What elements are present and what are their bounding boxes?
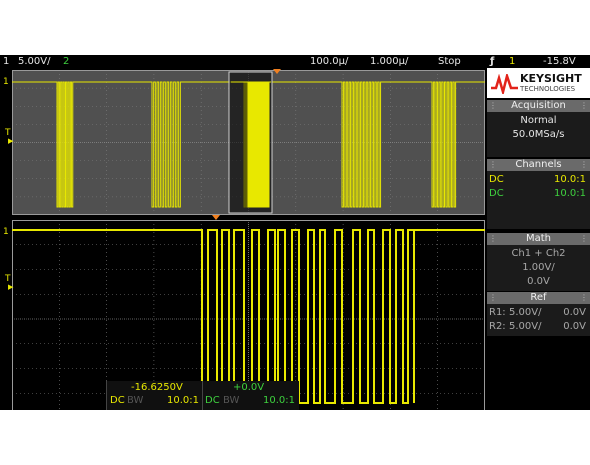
time-scale[interactable]: 100.0µ/ — [310, 56, 348, 68]
time-delay[interactable]: 1.000µ/ — [370, 56, 408, 68]
grip-icon: ⋮ — [489, 101, 497, 110]
acquisition-header[interactable]: ⋮ Acquisition ⋮ — [487, 100, 590, 112]
run-state[interactable]: Stop — [438, 56, 461, 68]
ch1-ground-marker[interactable]: 1 — [3, 77, 9, 87]
ch1-number[interactable]: 1 — [3, 56, 9, 68]
ch2-bottom-probe: 10.0:1 — [263, 395, 295, 406]
grip-icon: ⋮ — [489, 293, 497, 302]
overview-waveform-window[interactable] — [12, 70, 485, 215]
channels-title: Channels — [515, 159, 562, 170]
ref-title: Ref — [530, 292, 547, 303]
trigger-level[interactable]: -15.8V — [543, 56, 576, 68]
channels-body[interactable]: DC 10.0:1 DC 10.0:1 — [487, 171, 590, 229]
keysight-wave-logo-icon — [491, 74, 518, 94]
grip-icon: ⋮ — [489, 234, 497, 243]
sample-rate: 50.0MSa/s — [512, 129, 565, 140]
ch1-bottom-probe: 10.0:1 — [167, 395, 199, 406]
math-offset: 0.0V — [527, 276, 550, 287]
brand-logo-area: KEYSIGHT TECHNOLOGIES — [487, 68, 590, 98]
brand-subtitle: TECHNOLOGIES — [520, 85, 576, 93]
ch1-coupling: DC — [489, 174, 504, 185]
trigger-arrow-overview-icon: ▶ — [8, 137, 14, 145]
ref2-scale: 5.00V/ — [509, 321, 542, 332]
ch2-coupling: DC — [489, 188, 504, 199]
ch2-number[interactable]: 2 — [63, 56, 69, 68]
ch1-ground-marker-zoomed[interactable]: 1 — [3, 227, 9, 237]
ch2-offset: +0.0V — [233, 382, 265, 393]
ref1-scale: 5.00V/ — [509, 307, 542, 318]
trigger-edge-icon[interactable]: ƒ — [490, 56, 494, 68]
zoomed-trigger-marker — [212, 215, 220, 220]
ch1-bottom-coupling: DC — [110, 395, 125, 406]
ref2-offset: 0.0V — [563, 321, 586, 332]
brand-name: KEYSIGHT — [520, 72, 582, 85]
acquisition-title: Acquisition — [511, 100, 566, 111]
overview-trigger-marker — [273, 69, 281, 74]
ch1-bw-limit: BW — [127, 395, 144, 406]
grip-icon: ⋮ — [580, 293, 588, 302]
grip-icon: ⋮ — [489, 160, 497, 169]
ref1-offset: 0.0V — [563, 307, 586, 318]
math-header[interactable]: ⋮ Math ⋮ — [487, 233, 590, 245]
ch1-probe: 10.0:1 — [554, 174, 586, 185]
math-title: Math — [525, 233, 551, 244]
trigger-arrow-zoomed-icon: ▶ — [8, 283, 14, 291]
oscilloscope-display: 1 5.00V/ 2 100.0µ/ 1.000µ/ Stop ƒ 1 -15.… — [0, 55, 590, 410]
math-scale: 1.00V/ — [522, 262, 555, 273]
ch1-scale[interactable]: 5.00V/ — [18, 56, 50, 68]
grip-icon: ⋮ — [580, 160, 588, 169]
grip-icon: ⋮ — [580, 234, 588, 243]
ref-body[interactable]: R1: 5.00V/ 0.0V R2: 5.00V/ 0.0V — [487, 304, 590, 336]
ch1-info-box[interactable]: -16.6250V DC BW 10.0:1 — [106, 381, 203, 410]
channels-header[interactable]: ⋮ Channels ⋮ — [487, 159, 590, 171]
acquisition-mode: Normal — [520, 115, 557, 126]
ch2-info-box[interactable]: +0.0V DC BW 10.0:1 — [202, 381, 299, 410]
ch1-offset: -16.6250V — [131, 382, 183, 393]
ch2-bottom-coupling: DC — [205, 395, 220, 406]
math-function: Ch1 + Ch2 — [511, 248, 566, 259]
acquisition-body[interactable]: Normal 50.0MSa/s — [487, 112, 590, 157]
ch2-bw-limit: BW — [223, 395, 240, 406]
trigger-channel[interactable]: 1 — [509, 56, 515, 68]
ch2-probe: 10.0:1 — [554, 188, 586, 199]
ref2-label: R2: — [489, 321, 506, 332]
ref1-label: R1: — [489, 307, 506, 318]
grip-icon: ⋮ — [580, 101, 588, 110]
ref-header[interactable]: ⋮ Ref ⋮ — [487, 292, 590, 304]
math-body[interactable]: Ch1 + Ch2 1.00V/ 0.0V — [487, 245, 590, 291]
